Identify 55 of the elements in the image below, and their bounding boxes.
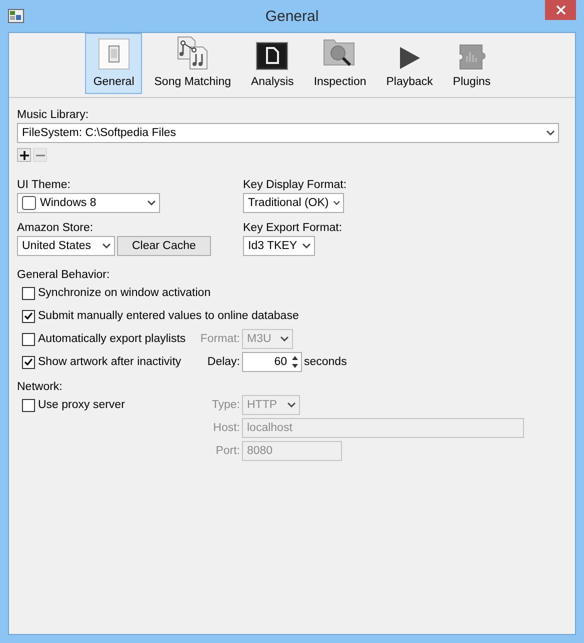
music-documents-icon (176, 36, 210, 70)
unit-label: seconds (304, 356, 347, 368)
field-label: Delay: (206, 356, 241, 368)
toolbar-tab[interactable]: General (85, 33, 142, 94)
chevron-down-icon (287, 402, 296, 408)
checkbox[interactable] (22, 356, 35, 368)
toolbar-tab[interactable]: Analysis (242, 33, 302, 94)
window-title: General (265, 8, 319, 24)
chevron-down-icon (302, 243, 311, 249)
field-label: Key Export Format: (243, 221, 344, 235)
delay-field[interactable]: 60 (242, 352, 302, 372)
toolbar-tab[interactable]: Song Matching (146, 33, 239, 94)
field-label: Amazon Store: (17, 221, 94, 235)
field-label: Host: (212, 422, 241, 434)
toolbar-tab[interactable]: Playback (378, 33, 441, 94)
library-dropdown[interactable]: FileSystem: C:\Softpedia Files (17, 123, 559, 143)
chevron-down-icon (102, 243, 111, 249)
checkbox[interactable] (22, 398, 35, 412)
store-dropdown[interactable]: United States (17, 236, 115, 256)
key-export-dropdown[interactable]: Id3 TKEY (243, 236, 315, 256)
field-label: UI Theme: (17, 178, 72, 192)
checkbox-label: Automatically export playlists (38, 333, 186, 345)
checkbox-label: Show artwork after inactivity (38, 356, 182, 368)
section-label: General Behavior: (17, 268, 111, 282)
delay-value: 60 (274, 356, 287, 368)
field-label: Format: (199, 333, 241, 345)
close-button[interactable] (545, 0, 576, 20)
chevron-down-icon (147, 200, 156, 206)
add-button[interactable] (17, 148, 31, 162)
checkbox-label: Use proxy server (38, 399, 125, 411)
theme-dropdown[interactable]: Windows 8 (17, 193, 160, 213)
swatch-icon (22, 196, 36, 210)
checkbox[interactable] (22, 310, 35, 322)
field-label: Type: (210, 399, 241, 411)
play-icon (398, 46, 421, 70)
chevron-down-icon (332, 200, 340, 206)
chevron-down-icon (546, 130, 555, 136)
switch-icon (98, 38, 130, 70)
key-display-dropdown[interactable]: Traditional (OK) (243, 193, 344, 213)
toolbar-tab[interactable]: Inspection (306, 33, 374, 94)
app-icon (8, 9, 24, 23)
section-label: Network: (17, 380, 64, 394)
plus-icon (20, 150, 28, 160)
clear-cache-button[interactable]: Clear Cache (117, 236, 211, 256)
remove-button[interactable] (33, 148, 47, 162)
field-label: Music Library: (17, 108, 90, 122)
checkbox[interactable] (22, 286, 35, 300)
close-icon (556, 5, 566, 15)
toolbar-tab[interactable]: Plugins (444, 33, 499, 94)
chevron-down-icon (280, 336, 289, 342)
monitor-icon (256, 42, 288, 70)
checkbox-label: Synchronize on window activation (38, 287, 211, 299)
field-label: Port: (214, 445, 241, 457)
field-label: Key Display Format: (243, 178, 348, 192)
checkbox-label: Submit manually entered values to online database (38, 310, 299, 322)
